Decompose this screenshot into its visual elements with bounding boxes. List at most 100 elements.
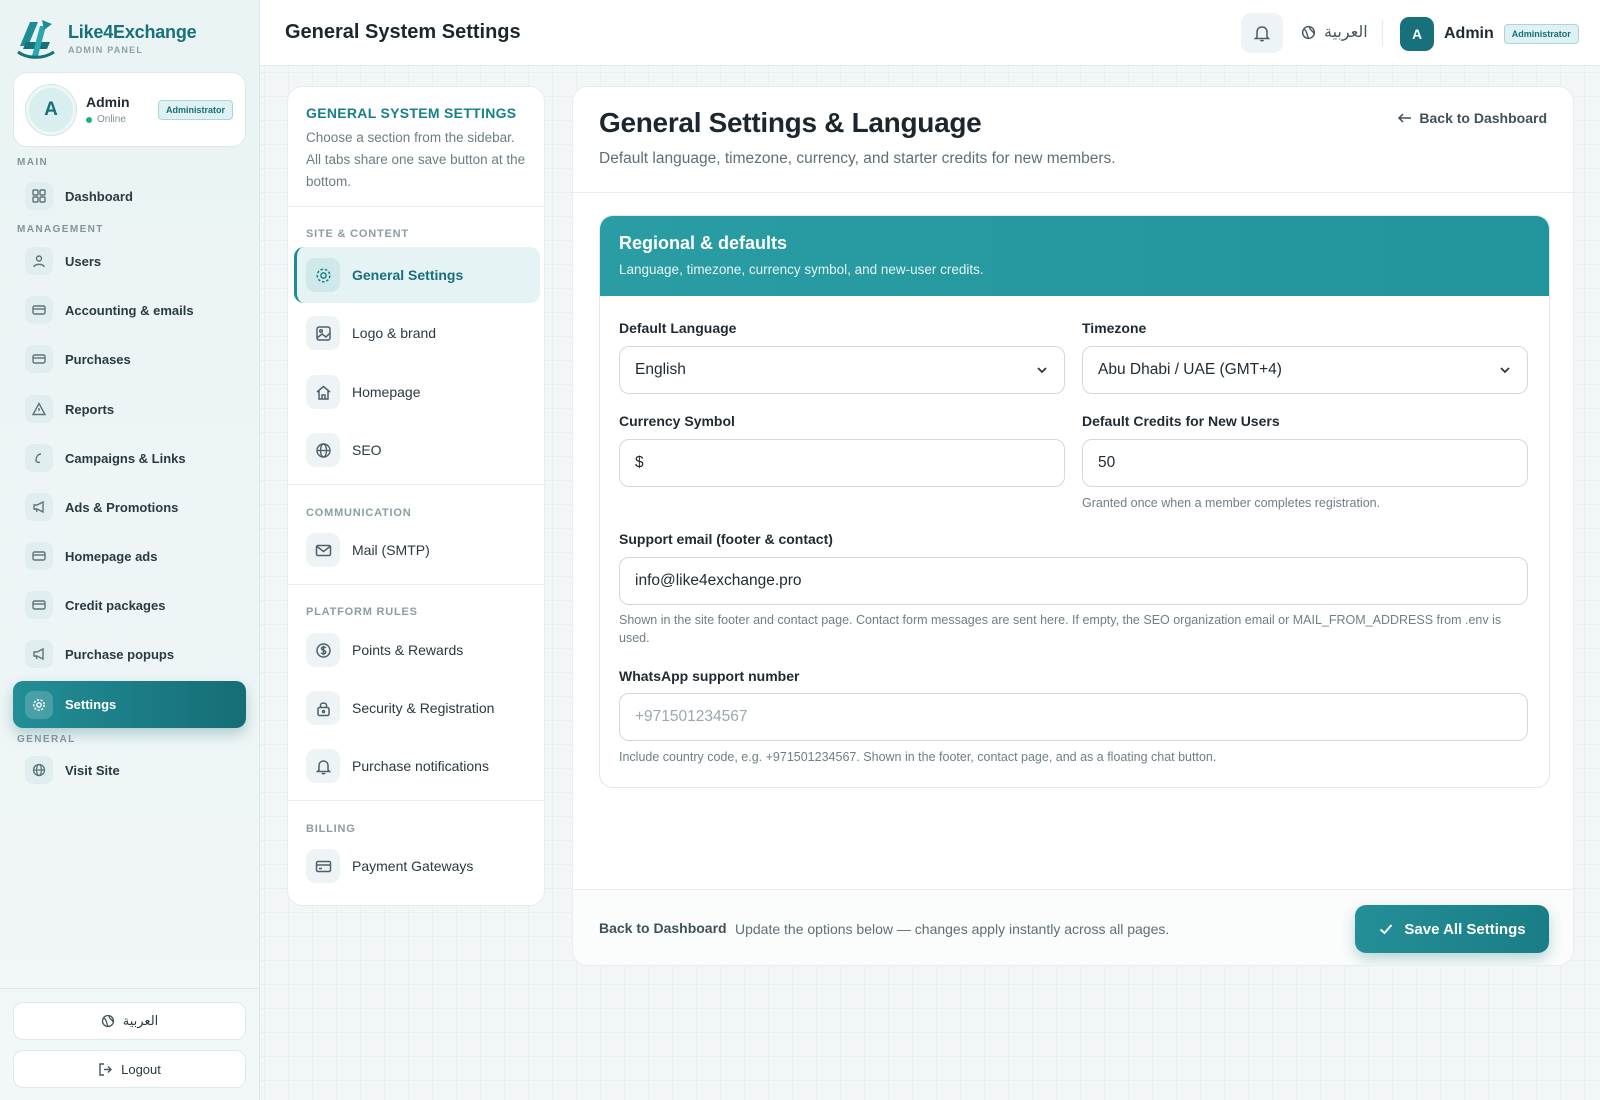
subnav-item-label: Payment Gateways: [352, 858, 474, 874]
megaphone-icon: [25, 640, 53, 668]
gear-icon: [306, 258, 340, 292]
online-dot-icon: [86, 116, 92, 123]
card-icon: [25, 591, 53, 619]
support-email-label: Support email (footer & contact): [619, 531, 833, 547]
sidebar-item-credit-packages[interactable]: Credit packages: [13, 583, 246, 627]
subnav-item-seo[interactable]: SEO: [294, 422, 540, 478]
brand[interactable]: Like4Exchange ADMIN PANEL: [16, 16, 197, 60]
currency-symbol-label: Currency Symbol: [619, 413, 735, 429]
subnav-title: GENERAL SYSTEM SETTINGS: [306, 105, 517, 121]
grid-icon: [25, 182, 53, 210]
sidebar-item-label: Settings: [65, 697, 117, 712]
footer-back-link[interactable]: Back to Dashboard: [599, 920, 727, 936]
users-icon: [25, 247, 53, 275]
save-all-settings-button[interactable]: Save All Settings: [1355, 905, 1549, 953]
nav-section-management: MANAGEMENT: [17, 224, 104, 235]
timezone-value: Abu Dhabi / UAE (GMT+4): [1098, 361, 1282, 378]
profile-status: Online: [86, 114, 130, 125]
footer-note: Update the options below — changes apply…: [735, 921, 1170, 937]
sidebar-item-accounting[interactable]: Accounting & emails: [13, 288, 246, 332]
subnav-section-communication: COMMUNICATION: [306, 507, 412, 519]
whatsapp-help: Include country code, e.g. +971501234567…: [619, 750, 1217, 764]
support-email-input[interactable]: info@like4exchange.pro: [619, 557, 1528, 605]
subnav-item-mail-smtp[interactable]: Mail (SMTP): [294, 522, 540, 578]
subnav-divider: [288, 800, 546, 801]
sidebar-item-homepage-ads[interactable]: Homepage ads: [13, 534, 246, 578]
subnav-section-billing: BILLING: [306, 823, 356, 835]
card-subtitle: Language, timezone, currency symbol, and…: [619, 262, 984, 277]
sidebar-item-label: Dashboard: [65, 188, 133, 204]
subnav-item-general-settings[interactable]: General Settings: [294, 247, 540, 303]
sidebar-item-purchases[interactable]: Purchases: [13, 337, 246, 381]
nav-section-main: MAIN: [17, 157, 49, 168]
sidebar-item-label: Ads & Promotions: [65, 499, 179, 515]
subnav-section-site-content: SITE & CONTENT: [306, 228, 409, 240]
avatar: A: [1400, 17, 1434, 51]
default-language-select[interactable]: English: [619, 346, 1065, 394]
logout-button[interactable]: Logout: [13, 1050, 246, 1088]
sidebar-item-label: Campaigns & Links: [65, 450, 186, 466]
subnav-item-label: Security & Registration: [352, 700, 495, 716]
sidebar-item-visit-site[interactable]: Visit Site: [13, 748, 246, 792]
subnav-item-security-registration[interactable]: Security & Registration: [294, 680, 540, 736]
card-icon: [306, 849, 340, 883]
subnav-item-payment-gateways[interactable]: Payment Gateways: [294, 838, 540, 894]
globe-icon: [1301, 25, 1316, 39]
language-button[interactable]: العربية: [13, 1002, 246, 1040]
default-credits-label: Default Credits for New Users: [1082, 413, 1280, 429]
logout-button-label: Logout: [121, 1061, 161, 1077]
home-icon: [306, 375, 340, 409]
subnav-divider: [288, 584, 546, 585]
topbar: General System Settings العربية A Admin …: [260, 0, 1600, 66]
subnav-item-homepage[interactable]: Homepage: [294, 364, 540, 420]
whatsapp-label: WhatsApp support number: [619, 668, 800, 684]
top-language-label: العربية: [1324, 24, 1368, 41]
timezone-select[interactable]: Abu Dhabi / UAE (GMT+4): [1082, 346, 1528, 394]
sidebar-item-purchase-popups[interactable]: Purchase popups: [13, 632, 246, 676]
sidebar-item-reports[interactable]: Reports: [13, 387, 246, 431]
user-menu[interactable]: A Admin Administrator: [1400, 17, 1579, 51]
subnav-section-platform-rules: PLATFORM RULES: [306, 606, 418, 618]
alert-triangle-icon: [25, 395, 53, 423]
top-language-switch[interactable]: العربية: [1301, 22, 1368, 42]
sidebar-item-label: Homepage ads: [65, 548, 158, 564]
sidebar-item-settings[interactable]: Settings: [13, 681, 246, 728]
sidebar-item-label: Reports: [65, 401, 115, 417]
whatsapp-input[interactable]: +971501234567: [619, 693, 1528, 741]
subnav-item-points-rewards[interactable]: Points & Rewards: [294, 622, 540, 678]
subnav-item-label: Logo & brand: [352, 325, 437, 341]
nav-section-general: GENERAL: [17, 734, 76, 745]
back-to-dashboard-link[interactable]: Back to Dashboard: [1397, 110, 1547, 126]
sidebar-item-dashboard[interactable]: Dashboard: [13, 174, 246, 218]
sidebar-item-campaigns[interactable]: Campaigns & Links: [13, 436, 246, 480]
sidebar-item-label: Users: [65, 253, 102, 269]
profile-status-text: Online: [97, 114, 126, 125]
profile-card[interactable]: A Admin Online Administrator: [13, 72, 246, 147]
subnav-item-purchase-notifications[interactable]: Purchase notifications: [294, 738, 540, 794]
default-credits-input[interactable]: 50: [1082, 439, 1528, 487]
subnav-item-label: Homepage: [352, 384, 421, 400]
sidebar-item-users[interactable]: Users: [13, 239, 246, 283]
bell-icon: [1253, 26, 1271, 42]
gear-icon: [25, 690, 53, 719]
currency-symbol-input[interactable]: $: [619, 439, 1065, 487]
mail-icon: [306, 533, 340, 567]
save-button-label: Save All Settings: [1404, 920, 1526, 938]
avatar: A: [26, 84, 76, 135]
support-email-help: Shown in the site footer and contact pag…: [619, 613, 1502, 645]
settings-panel: General Settings & Language Default lang…: [572, 86, 1574, 966]
sidebar-item-ads[interactable]: Ads & Promotions: [13, 485, 246, 529]
timezone-label: Timezone: [1082, 320, 1147, 336]
subnav-description: Choose a section from the sidebar. All t…: [306, 130, 526, 189]
sidebar-item-label: Purchase popups: [65, 646, 175, 662]
lock-icon: [306, 691, 340, 725]
sidebar-item-label: Credit packages: [65, 597, 166, 613]
globe-icon: [25, 756, 53, 784]
regional-defaults-card: Regional & defaults Language, timezone, …: [599, 215, 1550, 788]
subnav-divider: [288, 484, 546, 485]
notifications-button[interactable]: [1241, 13, 1283, 53]
panel-divider: [573, 192, 1573, 193]
sidebar-item-label: Purchases: [65, 351, 131, 367]
logout-icon: [99, 1062, 113, 1076]
subnav-item-logo-brand[interactable]: Logo & brand: [294, 305, 540, 361]
